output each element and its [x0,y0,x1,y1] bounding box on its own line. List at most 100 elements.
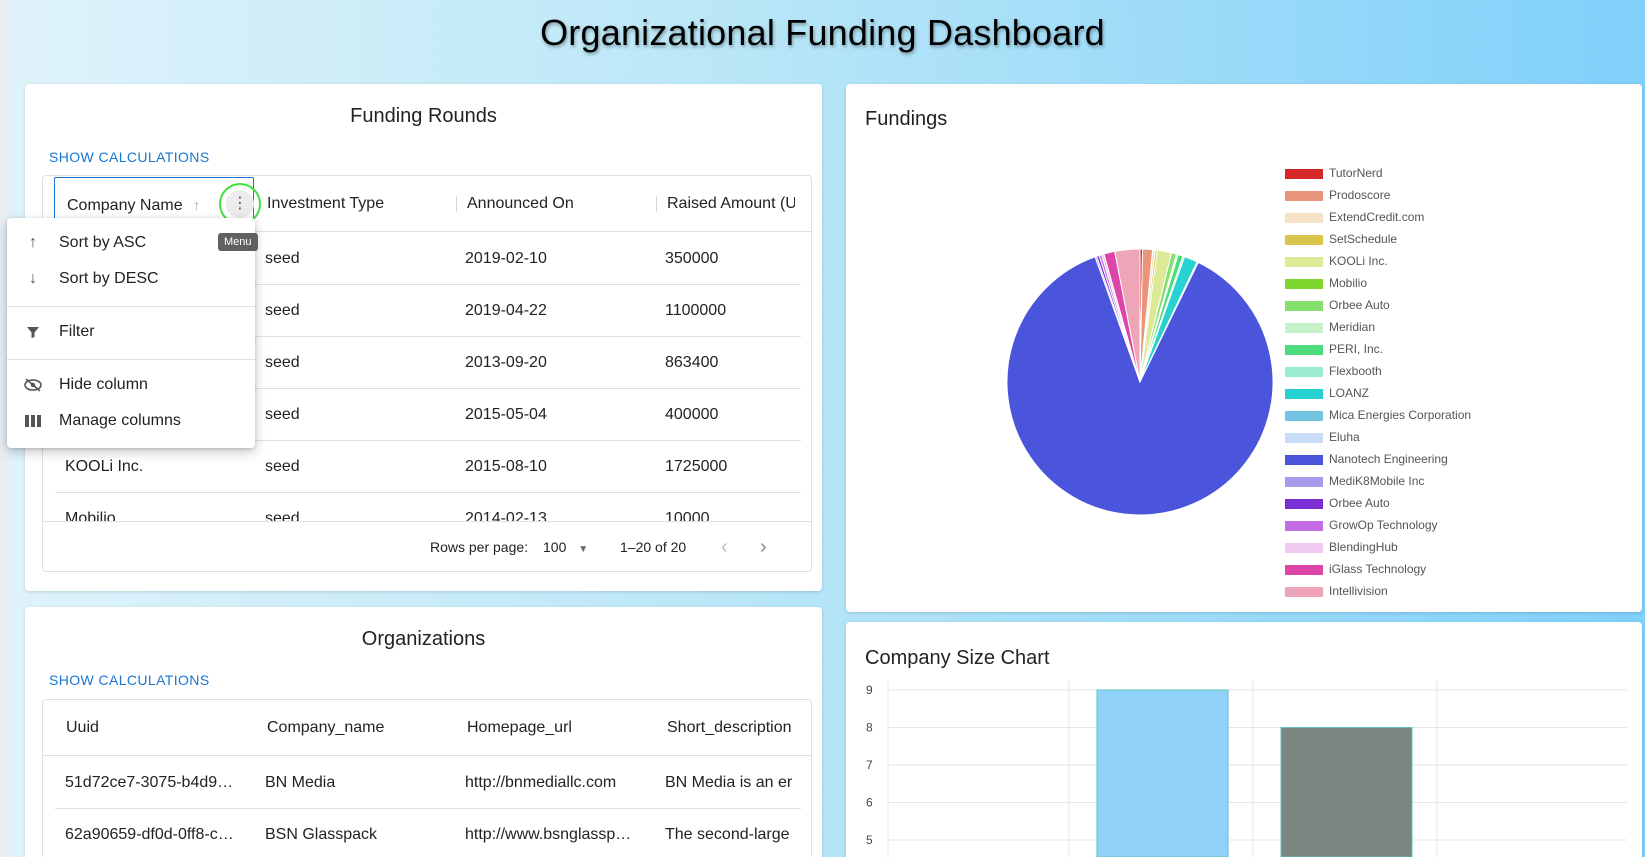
column-header-uuid[interactable]: Uuid [54,700,254,756]
cell-raised-amount: 350000 [665,250,719,267]
view-column-icon [23,403,43,439]
y-tick-label: 5 [866,833,873,847]
legend-label: ExtendCredit.com [1329,210,1425,224]
legend-label: MediK8Mobile Inc [1329,474,1425,488]
rows-per-page-label: Rows per page: [430,539,529,555]
legend-swatch [1285,301,1323,311]
cell-company-name: Mobilio [65,510,116,523]
table-row[interactable]: 62a90659-df0d-0ff8-c… BSN Glasspack http… [55,809,801,857]
cell-announced-on: 2015-05-04 [465,406,547,423]
arrow-down-icon: ↓ [29,270,37,287]
filter-icon [23,314,43,350]
legend-label: Meridian [1329,320,1376,334]
y-tick-label: 8 [866,721,873,735]
cell-announced-on: 2019-02-10 [465,250,547,267]
menu-divider [7,306,255,307]
organizations-card: Organizations SHOW CALCULATIONS Uuid Com… [25,607,822,857]
column-header-company-name[interactable]: Company_name [255,700,455,756]
legend-label: iGlass Technology [1329,562,1427,576]
rows-per-page-select[interactable]: 100 ▼ [543,522,593,571]
cell-uuid: 51d72ce7-3075-b4d9… [65,774,234,791]
legend-label: TutorNerd [1329,166,1383,180]
legend-swatch [1285,367,1323,377]
column-header-investment-type[interactable]: Investment Type [255,176,455,232]
legend-swatch [1285,411,1323,421]
menu-item-hide-column[interactable]: Hide column [7,367,255,403]
legend-swatch [1285,455,1323,465]
menu-item-sort-desc[interactable]: ↓ Sort by DESC [7,261,255,297]
funding-rounds-title: Funding Rounds [350,105,497,127]
organizations-title: Organizations [361,628,486,650]
page-title: Organizational Funding Dashboard [540,12,1105,53]
cell-investment-type: seed [265,458,300,475]
cell-raised-amount: 863400 [665,354,719,371]
column-header-announced-on[interactable]: Announced On [455,176,655,232]
bar[interactable] [1096,689,1229,857]
menu-item-filter[interactable]: Filter [7,314,255,350]
cell-investment-type: seed [265,302,300,319]
cell-company-name: BSN Glasspack [265,826,378,843]
funding-show-calculations-button[interactable]: SHOW CALCULATIONS [49,149,210,165]
legend-swatch [1285,477,1323,487]
cell-investment-type: seed [265,250,300,267]
organizations-show-calculations-button[interactable]: SHOW CALCULATIONS [49,672,210,688]
legend-swatch [1285,499,1323,509]
table-row[interactable]: KOOLi Inc. seed 2015-08-10 1725000 [55,441,801,493]
cell-announced-on: 2015-08-10 [465,458,547,475]
legend-label: SetSchedule [1329,232,1398,246]
legend-swatch [1285,323,1323,333]
cell-company-name: BN Media [265,774,336,791]
menu-divider [7,359,255,360]
legend-label: Eluha [1329,430,1360,444]
legend-label: PERI, Inc. [1329,342,1384,356]
organizations-grid: Uuid Company_name Homepage_url Short_des… [42,699,812,857]
previous-page-button[interactable]: ‹ [721,522,728,571]
column-header-homepage-url[interactable]: Homepage_url [455,700,655,756]
cell-short-description: The second-large [665,826,790,843]
fundings-pie-chart [1006,248,1274,516]
column-header-raised-amount[interactable]: Raised Amount (U [655,176,795,232]
cell-raised-amount: 400000 [665,406,719,423]
cell-announced-on: 2014-02-13 [465,510,547,523]
legend-label: Mobilio [1329,276,1368,290]
menu-tooltip: Menu [218,233,258,251]
cell-investment-type: seed [265,510,300,523]
legend-swatch [1285,345,1323,355]
legend-swatch [1285,433,1323,443]
sort-asc-icon[interactable]: ↑ [193,197,200,213]
legend-swatch [1285,235,1323,245]
company-size-title: Company Size Chart [865,647,1050,669]
legend-swatch [1285,587,1323,597]
cell-announced-on: 2019-04-22 [465,302,547,319]
funding-grid-footer: Rows per page: 100 ▼ 1–20 of 20 ‹ › [43,521,811,571]
legend-label: GrowOp Technology [1329,518,1438,532]
cell-company-name: KOOLi Inc. [65,458,144,475]
cell-uuid: 62a90659-df0d-0ff8-c… [65,826,234,843]
legend-label: Mica Energies Corporation [1329,408,1472,422]
legend-swatch [1285,543,1323,553]
legend-swatch [1285,565,1323,575]
fundings-title: Fundings [865,108,948,130]
cell-announced-on: 2013-09-20 [465,354,547,371]
column-header-short-description[interactable]: Short_description [655,700,795,756]
pagination-range: 1–20 of 20 [620,539,687,555]
legend-label: Orbee Auto [1329,496,1390,510]
cell-homepage-url: http://bnmediallc.com [465,774,617,791]
column-menu-popup: ↑ Sort by ASC ↓ Sort by DESC Filter Hide… [7,218,255,448]
cell-short-description: BN Media is an er [665,774,793,791]
next-page-button[interactable]: › [760,522,767,571]
menu-item-manage-columns[interactable]: Manage columns [7,403,255,439]
cell-raised-amount: 10000 [665,510,710,523]
cell-investment-type: seed [265,354,300,371]
bar[interactable] [1280,727,1413,857]
cell-raised-amount: 1100000 [665,302,727,319]
legend-label: LOANZ [1329,386,1370,400]
legend-swatch [1285,521,1323,531]
y-tick-label: 9 [866,683,873,697]
table-row[interactable]: Mobilio seed 2014-02-13 10000 [55,493,801,523]
table-row[interactable]: 51d72ce7-3075-b4d9… BN Media http://bnme… [55,757,801,809]
legend-label: BlendingHub [1329,540,1398,554]
dropdown-arrow-icon: ▼ [578,544,589,555]
legend-swatch [1285,279,1323,289]
cell-raised-amount: 1725000 [665,458,728,475]
